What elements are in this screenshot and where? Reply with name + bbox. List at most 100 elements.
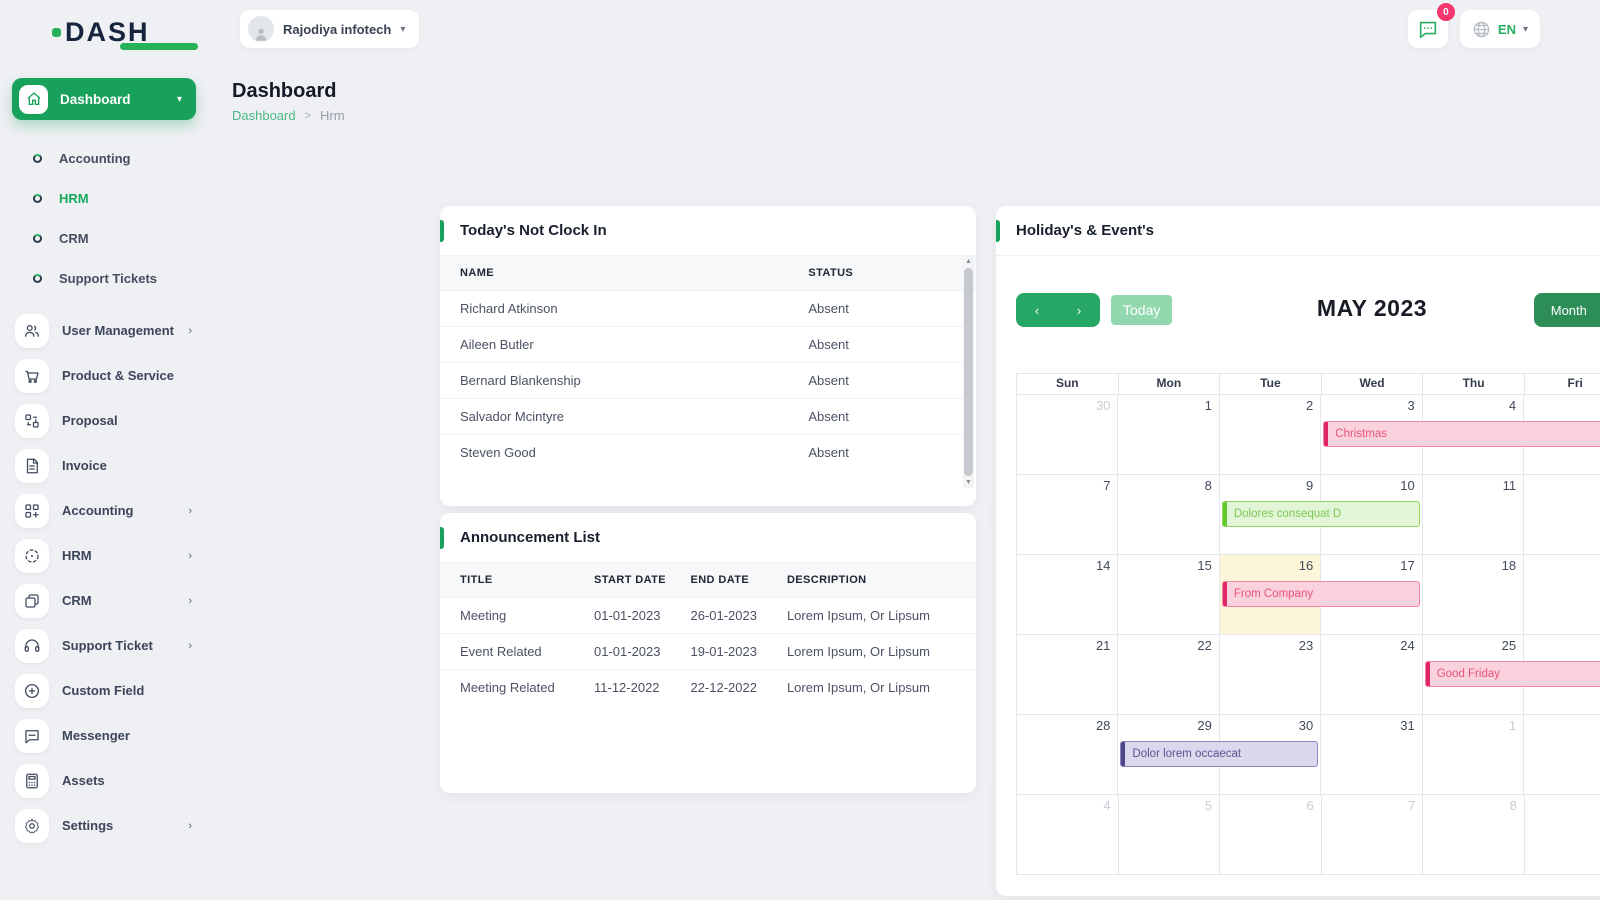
day-cell-9-muted[interactable]: 9 xyxy=(1525,795,1600,874)
sidebar-item-dashboard[interactable]: Dashboard ▾ xyxy=(12,78,196,120)
users-icon xyxy=(15,314,49,348)
sidebar-item-label: Dashboard xyxy=(60,92,165,107)
crm-icon xyxy=(15,584,49,618)
day-cell-2[interactable]: 2 xyxy=(1220,395,1321,474)
table-row[interactable]: Salvador McintyreAbsent xyxy=(440,399,976,435)
column-header: NAME xyxy=(440,256,788,291)
sidebar-item-hrm[interactable]: HRM› xyxy=(0,533,208,578)
scrollbar-thumb[interactable] xyxy=(964,268,973,476)
table-row[interactable]: Bernard BlankenshipAbsent xyxy=(440,363,976,399)
sidebar-subitem-label: Accounting xyxy=(59,151,131,166)
bullet-ring-icon xyxy=(33,274,42,283)
event-label: Christmas xyxy=(1328,428,1387,440)
table-scrollbar[interactable]: ▲ ▼ xyxy=(963,256,974,488)
breadcrumb-dashboard-link[interactable]: Dashboard xyxy=(232,108,296,123)
sidebar-item-accounting[interactable]: Accounting› xyxy=(0,488,208,533)
day-cell-8-muted[interactable]: 8 xyxy=(1423,795,1525,874)
chevron-right-icon: › xyxy=(188,640,192,652)
table-cell: 01-01-2023 xyxy=(574,598,670,634)
calendar-event[interactable]: From Company xyxy=(1222,581,1420,607)
day-cell-31[interactable]: 31 xyxy=(1321,715,1422,794)
sidebar-subitem-accounting[interactable]: Accounting xyxy=(0,138,208,178)
sidebar-item-label: Settings xyxy=(62,818,175,833)
day-cell-7-muted[interactable]: 7 xyxy=(1322,795,1424,874)
sidebar-subitem-label: HRM xyxy=(59,191,89,206)
day-cell-1-muted[interactable]: 1 xyxy=(1423,715,1524,794)
table-cell: Absent xyxy=(788,363,976,399)
scroll-down-icon[interactable]: ▼ xyxy=(965,477,972,488)
sidebar-item-label: Assets xyxy=(62,773,192,788)
sidebar-item-label: Product & Service xyxy=(62,368,192,383)
day-cell-4-muted[interactable]: 4 xyxy=(1017,795,1119,874)
sidebar-subitem-crm[interactable]: CRM xyxy=(0,218,208,258)
calendar-card: Holiday's & Event's ‹ › Today MAY 2023 M… xyxy=(996,206,1600,896)
day-cell-15[interactable]: 15 xyxy=(1118,555,1219,634)
sidebar-subitem-support-tickets[interactable]: Support Tickets xyxy=(0,258,208,298)
calendar-week-row: 14151617181920From Company xyxy=(1017,554,1600,634)
sidebar-item-settings[interactable]: Settings› xyxy=(0,803,208,848)
day-cell-18[interactable]: 18 xyxy=(1423,555,1524,634)
day-cell-19[interactable]: 19 xyxy=(1524,555,1600,634)
table-cell: Lorem Ipsum, Or Lipsum xyxy=(767,670,976,706)
scroll-up-icon[interactable]: ▲ xyxy=(965,256,972,267)
table-row[interactable]: Meeting Related11-12-202222-12-2022Lorem… xyxy=(440,670,976,706)
day-cell-7[interactable]: 7 xyxy=(1017,475,1118,554)
day-cell-12[interactable]: 12 xyxy=(1524,475,1600,554)
sidebar-item-assets[interactable]: Assets xyxy=(0,758,208,803)
sidebar-item-user-management[interactable]: User Management› xyxy=(0,308,208,353)
day-cell-30-muted[interactable]: 30 xyxy=(1017,395,1118,474)
calendar-event[interactable]: Dolor lorem occaecat xyxy=(1120,741,1318,767)
day-cell-22[interactable]: 22 xyxy=(1118,635,1219,714)
messages-button[interactable]: 0 xyxy=(1408,10,1448,48)
table-row[interactable]: Richard AtkinsonAbsent xyxy=(440,291,976,327)
organization-selector[interactable]: Rajodiya infotech ▾ xyxy=(240,10,419,48)
card-accent-bar xyxy=(440,527,444,549)
sidebar-item-invoice[interactable]: Invoice xyxy=(0,443,208,488)
sidebar-item-crm[interactable]: CRM› xyxy=(0,578,208,623)
chevron-right-icon: › xyxy=(188,595,192,607)
card-accent-bar xyxy=(440,220,444,242)
sidebar-item-support-ticket[interactable]: Support Ticket› xyxy=(0,623,208,668)
day-cell-21[interactable]: 21 xyxy=(1017,635,1118,714)
sidebar-subitem-hrm[interactable]: HRM xyxy=(0,178,208,218)
day-cell-28[interactable]: 28 xyxy=(1017,715,1118,794)
view-month-button[interactable]: Month xyxy=(1534,293,1600,327)
gear-icon xyxy=(15,809,49,843)
dow-header-sun: Sun xyxy=(1017,374,1119,394)
clock-in-card: Today's Not Clock In NAMESTATUSRichard A… xyxy=(440,206,976,506)
day-cell-11[interactable]: 11 xyxy=(1423,475,1524,554)
table-cell: 26-01-2023 xyxy=(670,598,766,634)
day-cell-23[interactable]: 23 xyxy=(1220,635,1321,714)
day-cell-2-muted[interactable]: 2 xyxy=(1524,715,1600,794)
page-title: Dashboard xyxy=(232,80,336,103)
logo-dash-icon xyxy=(120,43,198,50)
day-cell-1[interactable]: 1 xyxy=(1118,395,1219,474)
table-row[interactable]: Event Related01-01-202319-01-2023Lorem I… xyxy=(440,634,976,670)
language-selector[interactable]: EN ▾ xyxy=(1460,10,1540,48)
sidebar-item-label: Messenger xyxy=(62,728,192,743)
sidebar-item-product-service[interactable]: Product & Service xyxy=(0,353,208,398)
sidebar-item-proposal[interactable]: Proposal xyxy=(0,398,208,443)
breadcrumb: Dashboard > Hrm xyxy=(232,108,345,123)
column-header: DESCRIPTION xyxy=(767,563,976,598)
table-cell: Event Related xyxy=(440,634,574,670)
app-logo: DASH xyxy=(52,16,150,48)
day-cell-6-muted[interactable]: 6 xyxy=(1220,795,1322,874)
table-cell: Salvador Mcintyre xyxy=(440,399,788,435)
day-cell-24[interactable]: 24 xyxy=(1321,635,1422,714)
day-cell-8[interactable]: 8 xyxy=(1118,475,1219,554)
table-row[interactable]: Meeting01-01-202326-01-2023Lorem Ipsum, … xyxy=(440,598,976,634)
calendar-event[interactable]: Dolores consequat D xyxy=(1222,501,1420,527)
day-cell-5-muted[interactable]: 5 xyxy=(1119,795,1221,874)
announcement-card-title: Announcement List xyxy=(460,529,600,546)
table-row[interactable]: Steven GoodAbsent xyxy=(440,435,976,471)
sidebar-item-messenger[interactable]: Messenger xyxy=(0,713,208,758)
calendar-event[interactable]: Christmas xyxy=(1323,421,1600,447)
sidebar-subitem-label: Support Tickets xyxy=(59,271,157,286)
table-cell: Aileen Butler xyxy=(440,327,788,363)
calendar-event[interactable]: Good Friday xyxy=(1425,661,1600,687)
sidebar-item-custom-field[interactable]: Custom Field xyxy=(0,668,208,713)
day-cell-14[interactable]: 14 xyxy=(1017,555,1118,634)
table-row[interactable]: Aileen ButlerAbsent xyxy=(440,327,976,363)
calendar-toolbar: ‹ › Today MAY 2023 MonthWeekDay xyxy=(1016,293,1600,327)
